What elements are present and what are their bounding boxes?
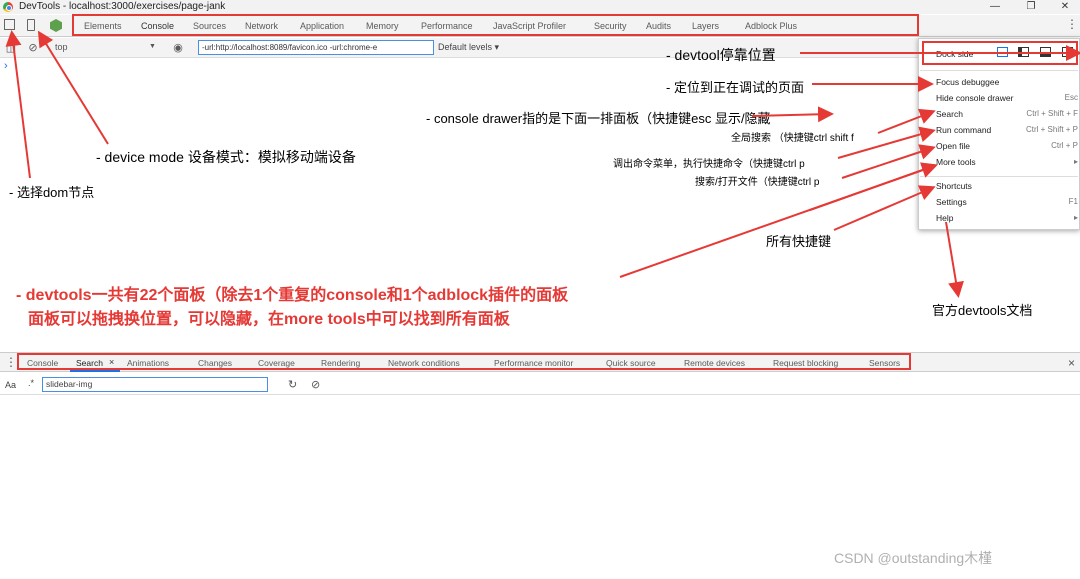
arrow-select-dom	[5, 30, 31, 179]
arrow-panels	[619, 162, 938, 278]
arrow-device-mode	[37, 30, 109, 145]
annotation-arrows	[5, 30, 1080, 298]
arrow-shortcuts	[833, 185, 936, 231]
arrow-drawer	[751, 106, 834, 123]
arrow-run-command	[837, 126, 936, 159]
arrow-search	[877, 108, 936, 134]
arrow-help	[945, 221, 964, 298]
csdn-watermark: CSDN @outstanding木槿	[834, 550, 993, 566]
